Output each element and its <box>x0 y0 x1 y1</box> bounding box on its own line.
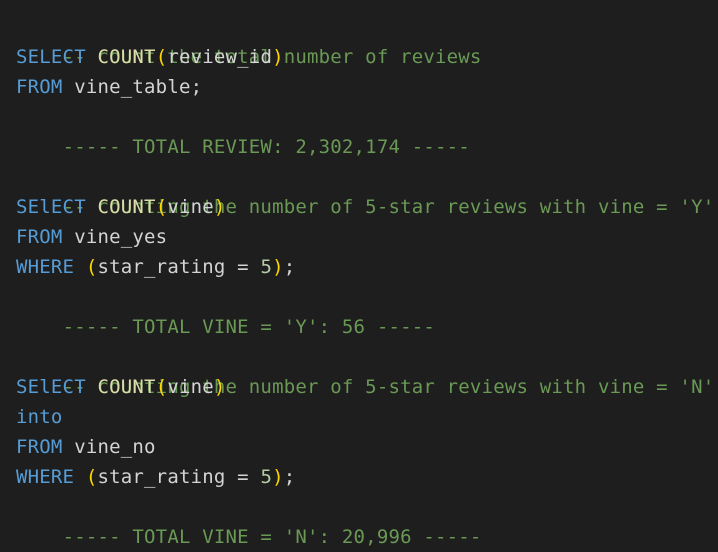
open-paren: ( <box>85 466 98 488</box>
sql-keyword-from: FROM <box>16 436 63 458</box>
close-paren: ) <box>213 376 226 398</box>
sql-function-count: COUNT <box>97 376 156 398</box>
sql-keyword-where: WHERE <box>16 256 75 278</box>
code-line-15: FROM vine_no <box>16 432 718 462</box>
sql-function-count: COUNT <box>97 46 156 68</box>
sql-number: 5 <box>260 256 273 278</box>
sql-result-comment: ----- TOTAL VINE = 'N': 20,996 ----- <box>62 526 482 548</box>
close-paren: ) <box>213 196 226 218</box>
open-paren: ( <box>155 196 168 218</box>
open-paren: ( <box>155 46 168 68</box>
sql-keyword-from: FROM <box>16 76 63 98</box>
sql-table-name: vine_yes <box>62 226 168 248</box>
sql-condition: star_rating = <box>97 256 261 278</box>
code-line-6: -- counting the number of 5-star reviews… <box>16 162 718 218</box>
sql-keyword-select: SELECT <box>16 46 86 68</box>
code-line-8: FROM vine_yes <box>16 222 718 252</box>
code-line-10: ----- TOTAL VINE = 'Y': 56 ----- <box>16 282 718 338</box>
sql-function-count: COUNT <box>97 196 156 218</box>
sql-keyword-select: SElECT <box>16 376 86 398</box>
code-line-9: WHERE (star_rating = 5); <box>16 252 718 282</box>
sql-keyword-select: SElECT <box>16 196 86 218</box>
sql-table-name: vine_no <box>62 436 156 458</box>
code-editor[interactable]: -- count the total number of reviews SEL… <box>0 0 718 552</box>
close-paren: ) <box>272 466 284 488</box>
code-line-14: into <box>16 402 718 432</box>
close-paren: ) <box>272 256 284 278</box>
sql-number: 5 <box>260 466 273 488</box>
code-line-4: ----- TOTAL REVIEW: 2,302,174 ----- <box>16 102 718 158</box>
sql-result-comment: ----- TOTAL VINE = 'Y': 56 ----- <box>62 316 436 338</box>
sql-condition: star_rating = <box>97 466 261 488</box>
sql-keyword-from: FROM <box>16 226 63 248</box>
sql-table-name: vine_table; <box>62 76 203 98</box>
sql-argument: vine <box>167 196 214 218</box>
code-line-3: FROM vine_table; <box>16 72 718 102</box>
sql-keyword-into: into <box>16 406 63 428</box>
open-paren: ( <box>85 256 98 278</box>
sql-argument: review_id <box>167 46 273 68</box>
semicolon: ; <box>283 466 296 488</box>
close-paren: ) <box>272 46 284 68</box>
code-line-16: WHERE (star_rating = 5); <box>16 462 718 492</box>
open-paren: ( <box>155 376 168 398</box>
code-line-1: -- count the total number of reviews <box>16 12 718 68</box>
sql-keyword-where: WHERE <box>16 466 75 488</box>
code-line-12: -- counting the number of 5-star reviews… <box>16 342 718 398</box>
sql-argument: vine <box>167 376 214 398</box>
code-line-17: ----- TOTAL VINE = 'N': 20,996 ----- <box>16 492 718 548</box>
semicolon: ; <box>283 256 296 278</box>
sql-result-comment: ----- TOTAL REVIEW: 2,302,174 ----- <box>62 136 470 158</box>
